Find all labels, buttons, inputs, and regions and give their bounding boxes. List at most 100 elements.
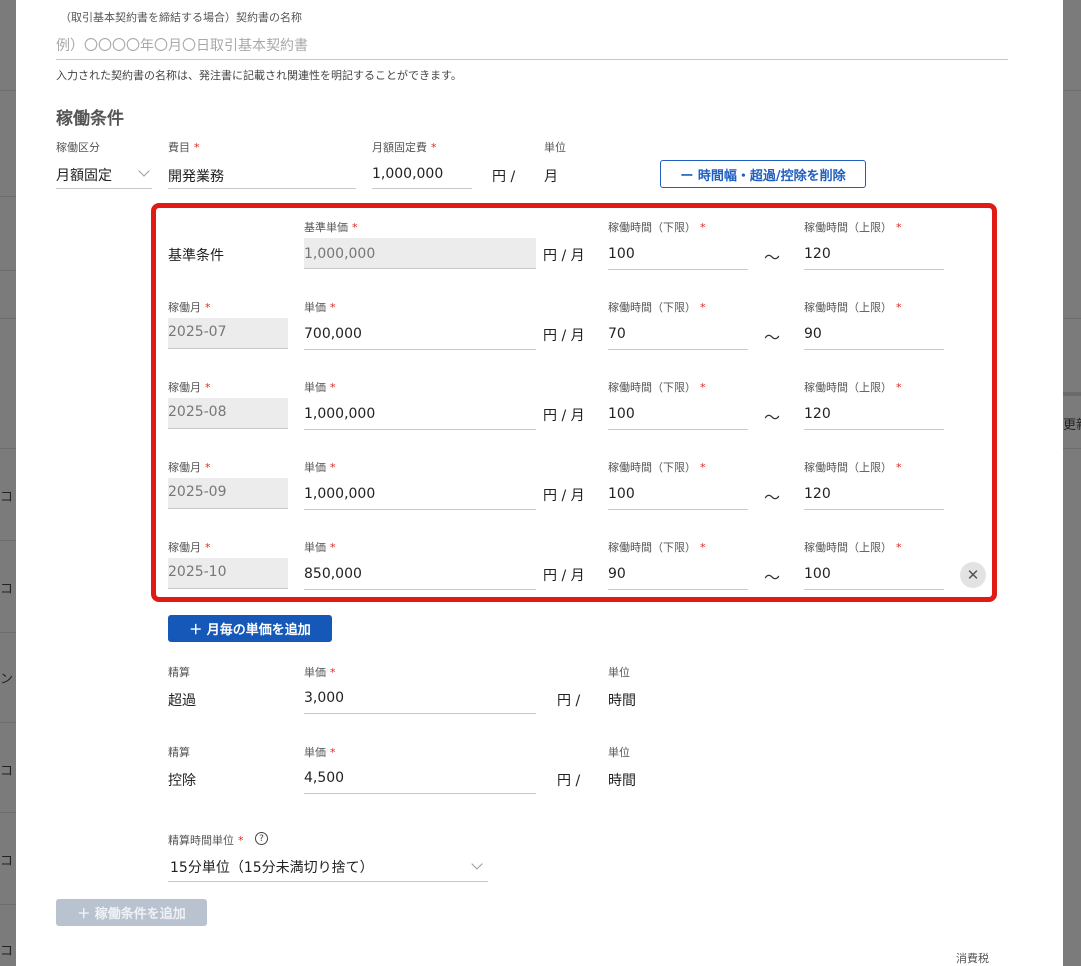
base-upper-underline <box>804 269 944 270</box>
month-field: 2025-07 <box>168 318 288 349</box>
settle-time-unit-label: 精算時間単位 * <box>168 834 244 847</box>
settlement-unit-value: 時間 <box>608 693 636 709</box>
lower-label: 稼働時間（下限） * <box>608 541 706 554</box>
lower-label: 稼働時間（下限） * <box>608 381 706 394</box>
base-upper-label: 稼働時間（上限） * <box>804 221 902 234</box>
price-input[interactable]: 700,000 <box>304 326 362 342</box>
settlement-price-input[interactable]: 4,500 <box>304 770 344 786</box>
item-underline <box>168 188 356 189</box>
background-left-strip: コ コ ン・ コ コ コ <box>0 0 26 966</box>
contract-name-input[interactable]: 例）〇〇〇〇年〇月〇日取引基本契約書 <box>56 35 308 55</box>
price-input[interactable]: 850,000 <box>304 566 362 582</box>
upper-input[interactable]: 100 <box>804 566 831 582</box>
item-input[interactable]: 開発業務 <box>168 166 224 186</box>
upper-label: 稼働時間（上限） * <box>804 461 902 474</box>
settle-time-unit-select[interactable]: 15分単位（15分未満切り捨て） <box>170 857 374 877</box>
month-value: 2025-07 <box>168 324 227 340</box>
unit-label: 単位 <box>544 141 566 154</box>
upper-label: 稼働時間（上限） * <box>804 381 902 394</box>
range-tilde: 〜 <box>764 408 781 427</box>
remove-time-range-button[interactable]: ー 時間幅・超過/控除を削除 <box>660 160 866 188</box>
price-input[interactable]: 1,000,000 <box>304 406 375 422</box>
lower-input[interactable]: 70 <box>608 326 626 342</box>
upper-label: 稼働時間（上限） * <box>804 301 902 314</box>
base-price-label: 基準単価 * <box>304 221 358 234</box>
add-monthly-price-button[interactable]: ＋ 月毎の単価を追加 <box>168 615 332 642</box>
lower-input[interactable]: 90 <box>608 566 626 582</box>
lower-label: 稼働時間（下限） * <box>608 301 706 314</box>
settle-time-unit-underline <box>168 881 488 882</box>
price-input[interactable]: 1,000,000 <box>304 486 375 502</box>
help-icon[interactable]: ? <box>255 832 268 845</box>
month-value: 2025-09 <box>168 484 227 500</box>
item-label: 費目 * <box>168 141 200 154</box>
base-lower-underline <box>608 269 748 270</box>
upper-underline <box>804 429 944 430</box>
lower-underline <box>608 589 748 590</box>
contract-modal: （取引基本契約書を締結する場合）契約書の名称 例）〇〇〇〇年〇月〇日取引基本契約… <box>16 0 1063 966</box>
base-unit-text: 円 / 月 <box>543 248 585 264</box>
background-fragment: コ <box>0 490 14 505</box>
contract-name-underline <box>56 59 1008 60</box>
settlement-label: 精算 <box>168 666 190 679</box>
settlement-type: 超過 <box>168 693 196 709</box>
remove-row-button[interactable]: ✕ <box>960 562 986 588</box>
settlement-price-label: 単価 * <box>304 666 336 679</box>
work-type-select[interactable]: 月額固定 <box>56 165 112 185</box>
settlement-yen-text: 円 / <box>557 773 581 789</box>
month-value: 2025-08 <box>168 404 227 420</box>
month-label: 稼働月 * <box>168 541 211 554</box>
settlement-price-underline <box>304 793 536 794</box>
settlement-price-label: 単価 * <box>304 746 336 759</box>
base-condition-label: 基準条件 <box>168 248 224 264</box>
background-fragment: 更新 <box>1063 418 1081 433</box>
work-type-label: 稼働区分 <box>56 141 100 154</box>
lower-label: 稼働時間（下限） * <box>608 461 706 474</box>
upper-underline <box>804 589 944 590</box>
base-lower-label: 稼働時間（下限） * <box>608 221 706 234</box>
fixed-fee-label: 月額固定費 * <box>372 141 437 154</box>
range-tilde: 〜 <box>764 488 781 507</box>
chevron-down-icon <box>138 165 150 177</box>
settlement-unit-label: 単位 <box>608 746 630 759</box>
background-fragment: コ <box>0 764 14 779</box>
upper-label: 稼働時間（上限） * <box>804 541 902 554</box>
price-underline <box>304 589 536 590</box>
chevron-down-icon <box>471 858 483 870</box>
range-tilde: 〜 <box>764 568 781 587</box>
background-right-strip: 更新 <box>1063 0 1081 966</box>
lower-input[interactable]: 100 <box>608 406 635 422</box>
yen-per-text: 円 / <box>492 169 516 185</box>
base-lower-input[interactable]: 100 <box>608 246 635 262</box>
price-underline <box>304 349 536 350</box>
contract-name-help: 入力された契約書の名称は、発注書に記載され関連性を明記することができます。 <box>56 69 462 82</box>
background-fragment: コ <box>0 854 14 869</box>
month-field: 2025-09 <box>168 478 288 509</box>
close-icon: ✕ <box>966 566 980 584</box>
tax-label: 消費税 <box>956 952 989 965</box>
month-field: 2025-10 <box>168 558 288 589</box>
work-type-underline <box>56 188 152 189</box>
price-label: 単価 * <box>304 541 336 554</box>
base-upper-input[interactable]: 120 <box>804 246 831 262</box>
settlement-type: 控除 <box>168 773 196 789</box>
lower-underline <box>608 509 748 510</box>
fixed-fee-underline <box>372 188 472 189</box>
add-work-condition-button[interactable]: ＋ 稼働条件を追加 <box>56 899 207 926</box>
month-label: 稼働月 * <box>168 461 211 474</box>
price-underline <box>304 429 536 430</box>
upper-input[interactable]: 90 <box>804 326 822 342</box>
upper-input[interactable]: 120 <box>804 486 831 502</box>
upper-input[interactable]: 120 <box>804 406 831 422</box>
background-fragment: コ <box>0 582 14 597</box>
settlement-price-underline <box>304 713 536 714</box>
month-label: 稼働月 * <box>168 301 211 314</box>
settlement-unit-label: 単位 <box>608 666 630 679</box>
range-tilde: 〜 <box>764 328 781 347</box>
lower-input[interactable]: 100 <box>608 486 635 502</box>
help-symbol: ? <box>259 833 264 844</box>
fixed-fee-input[interactable]: 1,000,000 <box>372 166 443 182</box>
unit-text: 円 / 月 <box>543 488 585 504</box>
base-price-value: 1,000,000 <box>304 246 376 262</box>
settlement-price-input[interactable]: 3,000 <box>304 690 344 706</box>
